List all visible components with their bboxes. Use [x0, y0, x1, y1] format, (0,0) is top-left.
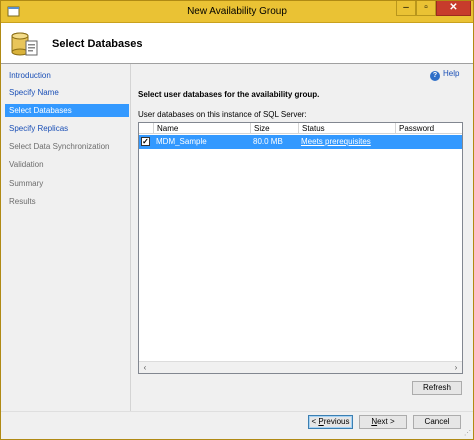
nav-item-specify-replicas[interactable]: Specify Replicas [5, 122, 129, 135]
row-password[interactable] [395, 135, 462, 149]
page-title: Select Databases [52, 38, 143, 50]
wizard-footer: < Previous Next > Cancel ⋰ [1, 411, 473, 439]
refresh-button[interactable]: Refresh [412, 381, 462, 395]
nav-item-select-databases[interactable]: Select Databases [5, 104, 129, 117]
title-bar[interactable]: New Availability Group – ▫ ✕ [1, 1, 473, 23]
next-label: ext > [377, 417, 395, 426]
resize-grip-icon[interactable]: ⋰ [464, 429, 471, 437]
nav-item-select-data-synchronization: Select Data Synchronization [9, 142, 110, 151]
help-icon: ? [430, 71, 440, 81]
wizard-nav: Introduction Specify Name Select Databas… [1, 64, 131, 411]
column-header-size[interactable]: Size [250, 123, 298, 134]
page-header: Select Databases [1, 23, 473, 64]
scroll-left-icon[interactable]: ‹ [139, 362, 151, 373]
column-header-password[interactable]: Password [395, 123, 462, 134]
cancel-button[interactable]: Cancel [413, 415, 461, 429]
column-header-name[interactable]: Name [153, 123, 250, 134]
column-header-status[interactable]: Status [298, 123, 395, 134]
previous-label: revious [323, 417, 350, 426]
nav-item-summary: Summary [9, 179, 44, 188]
previous-button[interactable]: < Previous [308, 415, 353, 429]
maximize-button[interactable]: ▫ [416, 1, 436, 16]
horizontal-scrollbar[interactable]: ‹ › [139, 361, 462, 373]
nav-item-specify-name[interactable]: Specify Name [5, 86, 129, 99]
nav-item-results: Results [9, 197, 36, 206]
database-grid[interactable]: Name Size Status Password ✓ MDM_Sample 8… [138, 122, 463, 374]
nav-item-validation: Validation [9, 160, 44, 169]
wizard-window: New Availability Group – ▫ ✕ Select Data… [0, 0, 474, 440]
grid-label: User databases on this instance of SQL S… [138, 110, 307, 119]
table-row[interactable]: ✓ MDM_Sample 80.0 MB Meets prerequisites [139, 135, 462, 149]
row-status-link[interactable]: Meets prerequisites [298, 135, 395, 149]
instruction-text: Select user databases for the availabili… [138, 90, 320, 99]
close-button[interactable]: ✕ [436, 1, 471, 16]
database-icon [11, 32, 38, 56]
next-button[interactable]: Next > [359, 415, 407, 429]
scroll-right-icon[interactable]: › [450, 362, 462, 373]
main-panel: ? Help Select user databases for the avai… [132, 64, 473, 411]
minimize-button[interactable]: – [396, 1, 416, 16]
row-checkbox[interactable]: ✓ [141, 137, 150, 146]
grid-header: Name Size Status Password [139, 123, 462, 134]
row-name: MDM_Sample [156, 137, 207, 146]
help-label: Help [443, 69, 460, 78]
row-size: 80.0 MB [253, 137, 283, 146]
column-header-check [139, 123, 153, 134]
nav-item-introduction[interactable]: Introduction [5, 69, 129, 82]
help-link[interactable]: ? Help [430, 69, 459, 81]
